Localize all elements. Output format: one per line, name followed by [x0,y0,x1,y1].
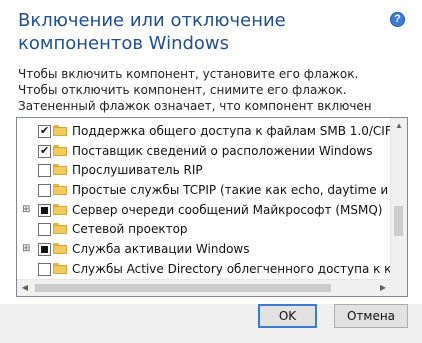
feature-label: Службы Active Directory облегченного дос… [72,261,407,276]
feature-row[interactable]: ⊞ Сервер очереди сообщений Майкрософт (MS… [17,201,389,221]
feature-label: Поддержка общего доступа к файлам SMB 1.… [72,124,400,138]
feature-checkbox[interactable]: ✔ [38,124,51,138]
feature-row[interactable]: Службы Active Directory облегченного дос… [17,260,407,280]
feature-row[interactable]: ✔ Поставщик сведений о расположении Windo… [17,142,389,162]
features-tree[interactable]: ✔ Поддержка общего доступа к файлам SMB 1… [16,117,408,297]
folder-icon [53,125,67,136]
feature-row[interactable]: ⊞ Служба активации Windows [17,240,389,260]
ok-button[interactable]: OK [258,304,317,328]
horizontal-scrollbar[interactable]: ◀ ▶ [17,279,391,296]
folder-icon [53,262,67,274]
expand-plus-icon[interactable]: ⊞ [22,204,30,214]
feature-checkbox[interactable] [38,164,51,178]
feature-row[interactable]: Сетевой проектор [17,220,389,240]
dialog-title: Включение или отключение компонентов Win… [18,10,286,54]
vertical-scroll-thumb[interactable] [394,206,403,236]
feature-checkbox[interactable] [38,184,51,198]
feature-checkbox[interactable] [38,203,51,217]
folder-icon [53,164,67,176]
cancel-button[interactable]: Отмена [334,304,408,328]
feature-label: Поставщик сведений о расположении Window… [72,143,373,158]
folder-icon [53,223,67,235]
checkmark-icon: ✔ [40,124,50,137]
help-icon[interactable]: ? [390,12,405,27]
feature-checkbox[interactable]: ✔ [38,143,51,158]
horizontal-scroll-thumb[interactable] [35,284,331,292]
scrollbar-corner [391,280,407,296]
feature-row[interactable]: Простые службы TCPIP (такие как echo, da… [17,181,407,201]
expand-plus-icon[interactable]: ⊞ [22,244,30,254]
scroll-right-icon[interactable]: ▶ [375,280,391,296]
feature-label: Прослушиватель RIP [72,163,203,178]
feature-label: Простые службы TCPIP (такие как echo, da… [72,183,408,198]
vertical-scrollbar[interactable]: ▲ ▼ [390,118,407,296]
folder-icon [53,243,67,255]
partial-check-icon [41,246,48,254]
feature-label: Сервер очереди сообщений Майкрософт (MSM… [72,202,383,217]
feature-checkbox[interactable] [38,223,51,237]
folder-icon [53,203,67,215]
feature-row[interactable]: ✔ Поддержка общего доступа к файлам SMB 1… [17,122,399,142]
scroll-up-icon[interactable]: ▲ [391,118,407,134]
feature-checkbox[interactable] [38,243,51,257]
scroll-left-icon[interactable]: ◀ [17,280,33,296]
features-dialog: Включение или отключение компонентов Win… [0,0,422,343]
folder-icon [53,144,67,156]
features-list: ✔ Поддержка общего доступа к файлам SMB 1… [17,122,407,296]
checkmark-icon: ✔ [40,143,50,157]
feature-row[interactable]: Прослушиватель RIP [17,161,389,181]
partial-check-icon [41,206,48,214]
feature-label: Сетевой проектор [72,222,188,237]
feature-label: Служба активации Windows [72,242,250,257]
feature-checkbox[interactable] [38,262,51,276]
folder-icon [53,184,67,196]
